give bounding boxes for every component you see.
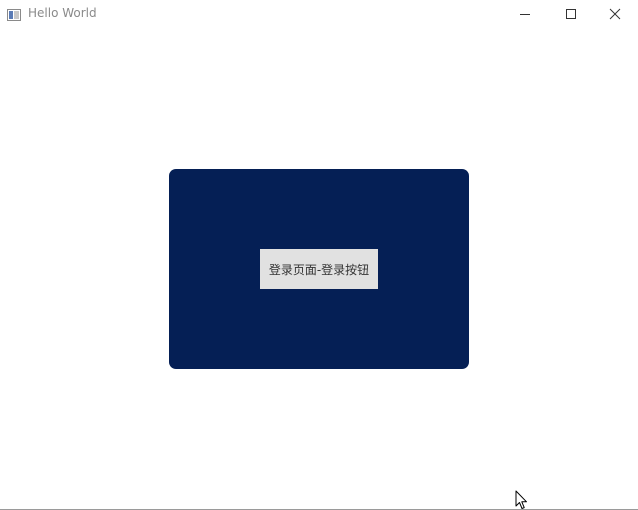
title-bar[interactable]: Hello World — [0, 0, 638, 28]
app-window: Hello World 登录页面-登录按钮 — [0, 0, 638, 510]
app-window-icon — [7, 6, 21, 21]
maximize-icon — [566, 9, 576, 19]
mouse-cursor-icon — [515, 490, 529, 510]
login-button[interactable]: 登录页面-登录按钮 — [260, 249, 378, 289]
close-icon — [609, 8, 621, 20]
minimize-icon — [520, 14, 530, 15]
close-button[interactable] — [592, 0, 638, 28]
minimize-button[interactable] — [502, 0, 548, 28]
login-panel: 登录页面-登录按钮 — [169, 169, 469, 369]
window-title: Hello World — [28, 6, 97, 20]
maximize-button[interactable] — [548, 0, 594, 28]
